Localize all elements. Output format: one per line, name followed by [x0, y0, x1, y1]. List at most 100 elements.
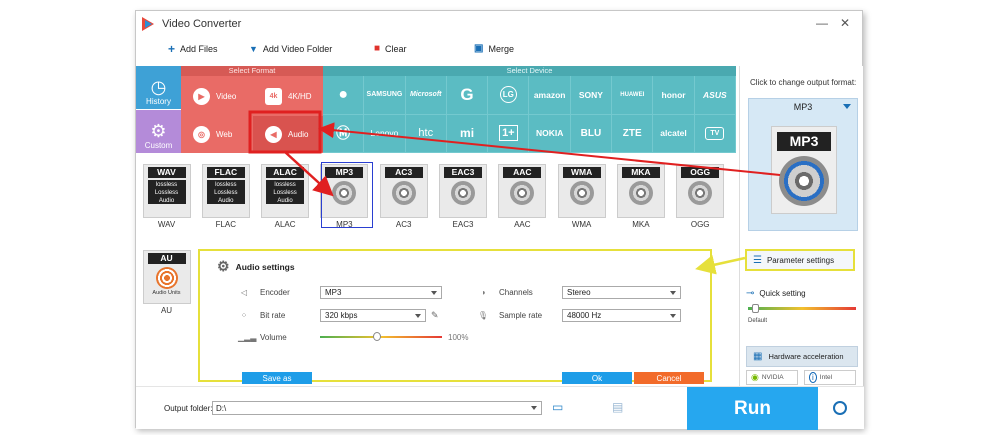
format-item-au[interactable]: AU Audio Units AU — [140, 247, 193, 322]
microphone-icon: 🎙 — [477, 311, 489, 320]
speaker-gear-icon: ⚙ — [217, 258, 230, 274]
trash-icon: ■ — [374, 43, 381, 54]
add-video-folder-button[interactable]: ▼ Add Video Folder — [249, 44, 332, 54]
save-as-button[interactable]: Save as — [242, 372, 312, 384]
format-item-wma[interactable]: WMA WMA — [555, 161, 608, 236]
format-item-ac3[interactable]: AC3 AC3 — [377, 161, 430, 236]
add-files-label: Add Files — [180, 44, 218, 54]
category-audio[interactable]: ◀ Audio — [253, 116, 323, 152]
format-name: AAC — [514, 220, 531, 229]
bitrate-dropdown[interactable]: 320 kbps — [320, 309, 426, 322]
encoder-dropdown[interactable]: MP3 — [320, 286, 442, 299]
format-item-alac[interactable]: ALAC lossless Lossless Audio ALAC — [259, 161, 312, 236]
tv-logo: TV — [705, 126, 725, 140]
format-icon: WMA — [557, 164, 606, 218]
format-name: ALAC — [274, 220, 296, 229]
browse-folder-icon[interactable]: ▤ — [612, 400, 623, 414]
category-web-label: Web — [216, 129, 233, 139]
output-folder-input[interactable]: D:\ — [212, 401, 542, 415]
motorola-icon[interactable]: Ⓜ — [323, 114, 365, 153]
device-google[interactable]: G — [446, 76, 489, 115]
device-blu[interactable]: BLU — [570, 114, 613, 153]
quick-setting-icon: ⊸ — [746, 288, 755, 299]
device-zte[interactable]: ZTE — [612, 114, 654, 153]
encoder-value: MP3 — [325, 288, 342, 297]
format-item-eac3[interactable]: EAC3 EAC3 — [437, 161, 490, 236]
lossless-text: Lossless — [273, 190, 297, 196]
samplerate-dropdown[interactable]: 48000 Hz — [562, 309, 681, 322]
volume-slider-thumb[interactable] — [373, 332, 382, 341]
add-video-folder-label: Add Video Folder — [262, 44, 333, 54]
disc-icon — [569, 181, 594, 205]
click-to-change-label: Click to change output format: — [750, 78, 857, 87]
volume-bars-icon: ▁▂▃ — [238, 333, 257, 342]
alarm-clock-icon[interactable] — [833, 401, 847, 415]
category-web[interactable]: ◎ Web — [181, 116, 251, 152]
history-label: History — [146, 97, 171, 106]
hardware-acceleration-button[interactable]: ▦ Hardware acceleration — [746, 346, 858, 367]
device-microsoft[interactable]: Microsoft — [405, 76, 447, 115]
apple-icon[interactable]: ● — [323, 76, 365, 115]
category-video[interactable]: ▶ Video — [181, 78, 251, 114]
output-format-selector[interactable]: MP3 MP3 — [748, 98, 858, 231]
device-huawei[interactable]: HUAWEI — [612, 76, 654, 115]
volume-slider[interactable] — [320, 332, 442, 341]
quality-slider[interactable] — [748, 304, 856, 313]
format-item-flac[interactable]: FLAC lossless Lossless Audio FLAC — [199, 161, 252, 236]
cancel-button[interactable]: Cancel — [634, 372, 704, 384]
device-xiaomi[interactable]: mi — [446, 114, 489, 153]
format-icon-label: EAC3 — [444, 167, 482, 178]
format-name: AC3 — [395, 220, 412, 229]
bottom-bar: Output folder: D:\ ▭ ▤ Run — [136, 386, 864, 430]
device-alcatel[interactable]: alcatel — [653, 114, 695, 153]
plus-icon: + — [168, 42, 176, 56]
quality-slider-thumb[interactable] — [752, 304, 759, 313]
minimize-button[interactable]: — — [816, 16, 828, 30]
ok-button[interactable]: Ok — [562, 372, 632, 384]
device-samsung[interactable]: SAMSUNG — [364, 76, 406, 115]
format-item-aac[interactable]: AAC AAC — [496, 161, 549, 236]
device-honor[interactable]: honor — [653, 76, 695, 115]
selected-format-name: MP3 — [793, 102, 813, 112]
format-icon: AAC — [498, 164, 547, 218]
disc-icon — [779, 156, 829, 206]
volume-value: 100% — [448, 333, 469, 342]
device-tv[interactable]: TV — [694, 114, 736, 153]
history-button[interactable]: ◷ History — [136, 66, 181, 109]
samplerate-label: Sample rate — [499, 311, 543, 320]
device-asus[interactable]: ASUS — [694, 76, 736, 115]
add-files-button[interactable]: + Add Files — [168, 42, 218, 56]
format-item-ogg[interactable]: OGG OGG — [674, 161, 727, 236]
channels-dropdown[interactable]: Stereo — [562, 286, 681, 299]
format-icon-label: FLAC — [206, 167, 245, 178]
nvidia-toggle[interactable]: ◉ NVIDIA — [746, 370, 798, 385]
output-format-dropdown[interactable]: MP3 — [749, 99, 857, 115]
encoder-label: Encoder — [260, 288, 290, 297]
format-icon: FLAC lossless Lossless Audio — [201, 164, 250, 218]
device-lg[interactable]: LG — [488, 76, 530, 115]
bitrate-value: 320 kbps — [325, 311, 358, 320]
device-htc[interactable]: htc — [405, 114, 447, 153]
open-folder-icon[interactable]: ▭ — [552, 400, 563, 414]
device-lenovo[interactable]: Lenovo — [364, 114, 406, 153]
lossless-text: Lossless — [214, 190, 238, 196]
custom-button[interactable]: ⚙ Custom — [136, 110, 181, 153]
device-amazon[interactable]: amazon — [529, 76, 571, 115]
nvidia-eye-icon: ◉ — [751, 372, 759, 382]
format-item-wav[interactable]: WAV lossless Lossless Audio WAV — [140, 161, 193, 236]
category-4k-hd[interactable]: 4k 4K/HD — [253, 78, 323, 114]
app-window: Video Converter — ✕ + Add Files ▼ Add Vi… — [135, 10, 864, 430]
format-item-mka[interactable]: MKA MKA — [614, 161, 667, 236]
edit-pencil-icon[interactable]: ✎ — [431, 310, 439, 321]
device-sony[interactable]: SONY — [570, 76, 613, 115]
parameter-settings-button[interactable]: ☰ Parameter settings — [745, 249, 855, 271]
merge-icon: ▣ — [474, 43, 484, 54]
close-button[interactable]: ✕ — [840, 16, 850, 30]
device-oneplus[interactable]: 1+ — [488, 114, 530, 153]
run-button[interactable]: Run — [687, 387, 818, 430]
merge-button[interactable]: ▣ Merge — [474, 43, 514, 55]
device-nokia[interactable]: NOKIA — [529, 114, 571, 153]
clear-button[interactable]: ■ Clear — [374, 43, 407, 55]
format-icon-label: ALAC — [266, 167, 305, 178]
intel-toggle[interactable]: i Intel — [804, 370, 856, 385]
